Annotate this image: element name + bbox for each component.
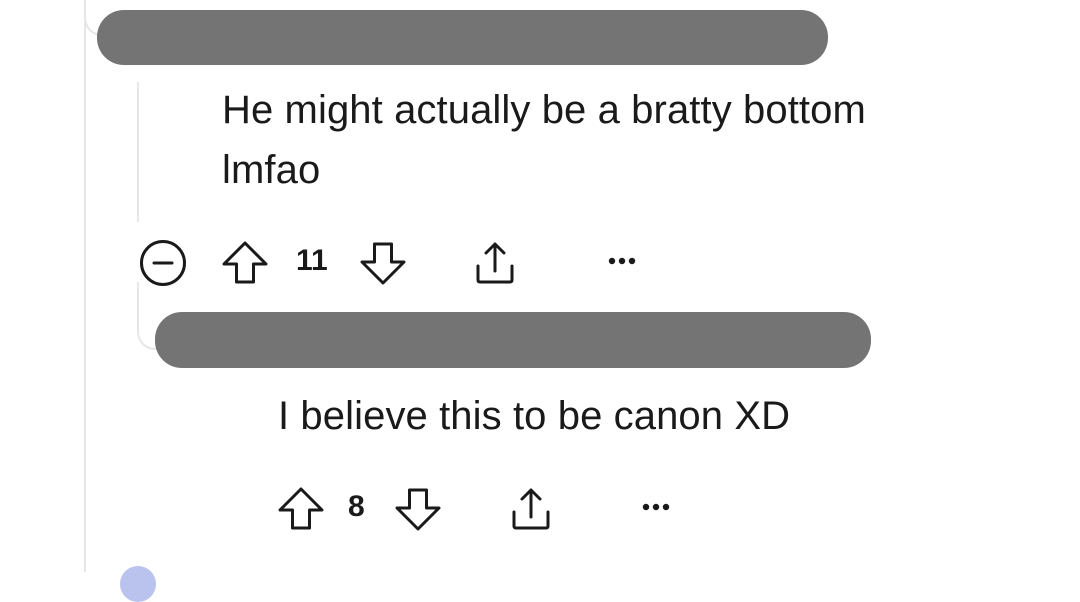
ellipsis-icon[interactable] <box>602 246 642 276</box>
collapse-minus-icon[interactable] <box>138 238 188 288</box>
arrow-down-outline-icon[interactable] <box>358 238 408 288</box>
redacted-author-bar <box>155 312 871 368</box>
redacted-author-bar <box>97 10 828 65</box>
comment-text-line: I believe this to be canon XD <box>278 394 791 438</box>
ellipsis-icon[interactable] <box>636 492 676 522</box>
comment-text-line: lmfao <box>222 148 321 192</box>
comment-body: I believe this to be canon XD <box>278 386 790 446</box>
comment-action-bar: 11 <box>136 236 656 286</box>
arrow-up-outline-icon[interactable] <box>276 484 326 534</box>
arrow-up-outline-icon[interactable] <box>220 238 270 288</box>
vote-count: 8 <box>348 490 365 523</box>
vote-count: 11 <box>296 244 328 277</box>
thread-line-comment-1 <box>137 82 139 222</box>
comment-action-bar: 8 <box>276 482 696 532</box>
share-upload-icon[interactable] <box>470 238 520 288</box>
arrow-down-outline-icon[interactable] <box>393 484 443 534</box>
avatar[interactable] <box>120 566 156 602</box>
thread-line-outer <box>84 0 86 572</box>
comment-text-line: He might actually be a bratty bottom <box>222 88 866 132</box>
comment-body: He might actually be a bratty bottom lmf… <box>222 80 866 200</box>
share-upload-icon[interactable] <box>506 484 556 534</box>
